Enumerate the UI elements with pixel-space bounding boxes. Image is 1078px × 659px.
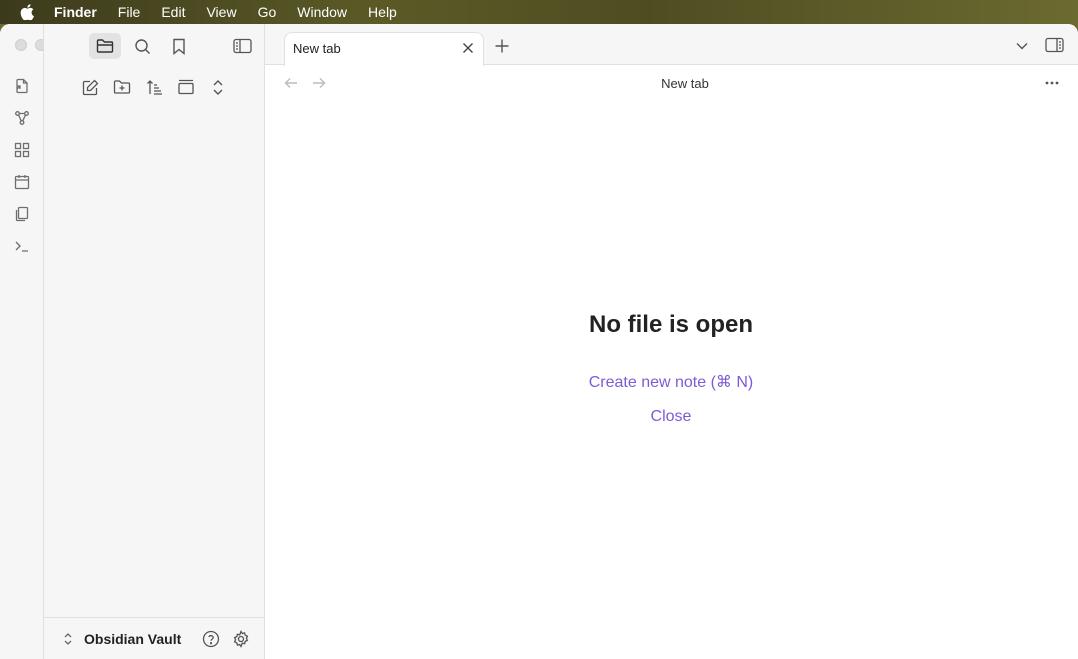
chevron-up-down-icon[interactable] xyxy=(60,630,76,648)
settings-gear-icon[interactable] xyxy=(231,629,251,649)
menu-go[interactable]: Go xyxy=(258,4,277,20)
canvas-icon[interactable] xyxy=(12,140,32,160)
left-ribbon xyxy=(0,24,67,659)
menu-help[interactable]: Help xyxy=(368,4,397,20)
search-tab[interactable] xyxy=(126,33,158,59)
menu-file[interactable]: File xyxy=(118,4,141,20)
menu-edit[interactable]: Edit xyxy=(161,4,185,20)
vault-name[interactable]: Obsidian Vault xyxy=(84,631,181,647)
apple-logo-icon[interactable] xyxy=(20,4,36,20)
daily-note-icon[interactable] xyxy=(12,172,32,192)
close-link[interactable]: Close xyxy=(265,408,1077,426)
collapse-sidebar-button[interactable] xyxy=(226,33,258,59)
expand-collapse-icon[interactable] xyxy=(205,74,231,100)
sort-button[interactable] xyxy=(141,74,167,100)
left-sidebar: Obsidian Vault xyxy=(44,24,265,659)
menu-window[interactable]: Window xyxy=(297,4,347,20)
macos-menu-bar: Finder File Edit View Go Window Help xyxy=(0,0,1078,24)
new-folder-button[interactable] xyxy=(109,74,135,100)
collapse-all-button[interactable] xyxy=(173,74,199,100)
bookmarks-tab[interactable] xyxy=(163,33,195,59)
vault-switcher[interactable]: Obsidian Vault xyxy=(44,617,265,659)
command-palette-icon[interactable] xyxy=(12,236,32,256)
close-window-button[interactable] xyxy=(15,39,27,51)
empty-state-title: No file is open xyxy=(588,311,753,338)
new-note-button[interactable] xyxy=(77,74,103,100)
files-tab[interactable] xyxy=(89,33,121,59)
menu-view[interactable]: View xyxy=(206,4,236,20)
main-workspace: New tab New tab No file is open Create n… xyxy=(265,24,1078,659)
empty-state: No file is open Create new note (⌘ N) Cl… xyxy=(265,24,1078,659)
graph-view-icon[interactable] xyxy=(12,108,32,128)
open-quick-switcher-icon[interactable] xyxy=(12,76,32,96)
create-new-note-link[interactable]: Create new note (⌘ N) xyxy=(265,372,1077,392)
help-icon[interactable] xyxy=(201,629,221,649)
obsidian-window: Obsidian Vault New tab New tab No file i… xyxy=(0,24,1078,659)
templates-icon[interactable] xyxy=(12,204,32,224)
menu-app-name[interactable]: Finder xyxy=(54,4,97,20)
